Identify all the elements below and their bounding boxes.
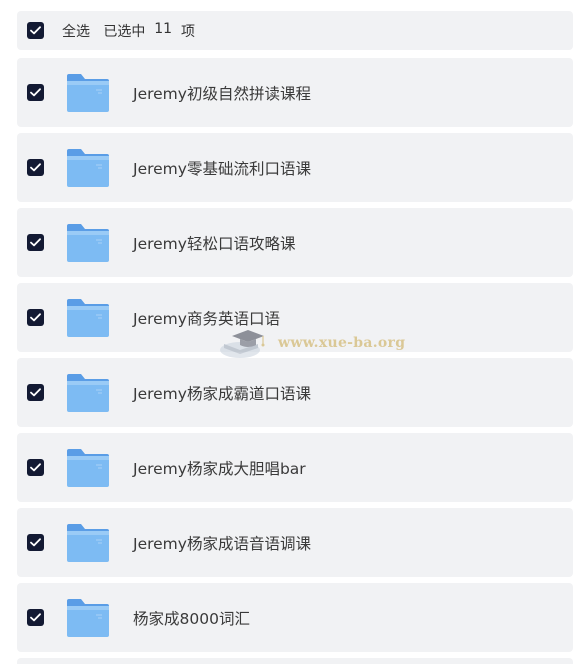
folder-icon — [67, 373, 109, 412]
list-item[interactable]: 杨家成8000词汇 — [17, 583, 573, 652]
item-checkbox[interactable] — [27, 159, 44, 176]
list-item[interactable]: Jeremy零基础流利口语课 — [17, 133, 573, 202]
folder-icon — [67, 598, 109, 637]
folder-icon — [67, 223, 109, 262]
list-item[interactable]: Jeremy杨家成语音语调课 — [17, 508, 573, 577]
check-icon — [30, 313, 41, 322]
list-item[interactable]: Jeremy杨家成霸道口语课 — [17, 358, 573, 427]
item-label: Jeremy商务英语口语 — [133, 309, 280, 328]
item-checkbox[interactable] — [27, 534, 44, 551]
item-label: Jeremy杨家成大胆唱bar — [133, 459, 306, 478]
folder-list: Jeremy初级自然拼读课程 Jeremy零基础流利口语课 Jeremy轻松口语… — [17, 58, 573, 658]
item-checkbox[interactable] — [27, 459, 44, 476]
item-label: Jeremy杨家成语音语调课 — [133, 534, 311, 553]
list-item[interactable]: Jeremy轻松口语攻略课 — [17, 208, 573, 277]
item-checkbox[interactable] — [27, 609, 44, 626]
check-icon — [30, 26, 41, 35]
check-icon — [30, 613, 41, 622]
folder-icon — [67, 73, 109, 112]
selected-prefix: 已选中 — [103, 23, 146, 40]
list-item[interactable]: Jeremy杨家成大胆唱bar — [17, 433, 573, 502]
selected-count: 11 — [154, 20, 173, 37]
list-item[interactable]: Jeremy初级自然拼读课程 — [17, 58, 573, 127]
check-icon — [30, 388, 41, 397]
check-icon — [30, 163, 41, 172]
item-label: Jeremy初级自然拼读课程 — [133, 84, 311, 103]
list-item[interactable]: Jeremy商务英语口语 — [17, 283, 573, 352]
item-checkbox[interactable] — [27, 234, 44, 251]
folder-icon — [67, 148, 109, 187]
select-all-checkbox[interactable] — [27, 22, 44, 39]
list-item-partial[interactable] — [17, 658, 573, 664]
item-label: Jeremy杨家成霸道口语课 — [133, 384, 311, 403]
selection-summary: 全选 已选中 11 项 — [62, 21, 195, 41]
item-label: 杨家成8000词汇 — [133, 609, 250, 628]
item-checkbox[interactable] — [27, 309, 44, 326]
check-icon — [30, 238, 41, 247]
item-label: Jeremy零基础流利口语课 — [133, 159, 311, 178]
folder-icon — [67, 448, 109, 487]
folder-icon — [67, 523, 109, 562]
check-icon — [30, 463, 41, 472]
folder-icon — [67, 298, 109, 337]
check-icon — [30, 538, 41, 547]
select-all-label[interactable]: 全选 — [62, 21, 90, 41]
item-checkbox[interactable] — [27, 384, 44, 401]
selected-suffix: 项 — [181, 23, 195, 40]
item-checkbox[interactable] — [27, 84, 44, 101]
item-label: Jeremy轻松口语攻略课 — [133, 234, 296, 253]
select-all-bar: 全选 已选中 11 项 — [17, 11, 573, 50]
check-icon — [30, 88, 41, 97]
